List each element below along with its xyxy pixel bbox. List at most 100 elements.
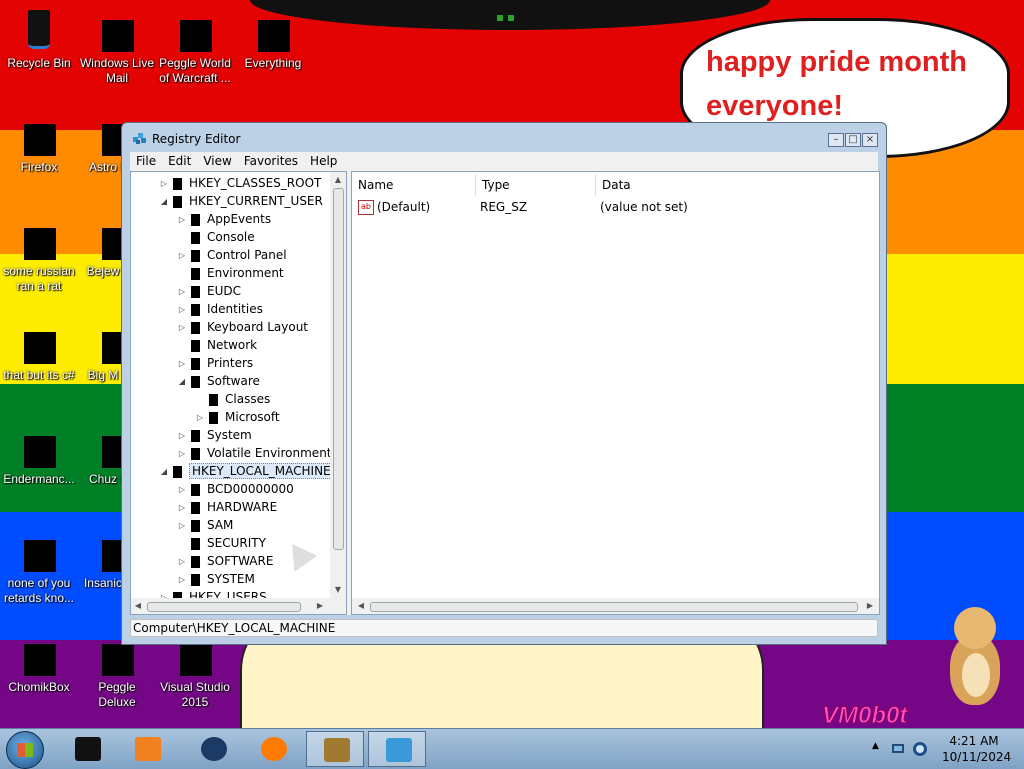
taskbar-button[interactable] xyxy=(244,731,302,767)
desktop-icon[interactable]: that but its c# xyxy=(0,318,78,383)
menu-file[interactable]: File xyxy=(130,152,162,171)
tree-node[interactable]: ▷ BCD00000000 xyxy=(177,480,294,498)
tree-node[interactable]: ▷ AppEvents xyxy=(177,210,271,228)
column-header-data[interactable]: Data xyxy=(596,174,879,196)
tree-node[interactable]: ▷ Printers xyxy=(177,354,253,372)
tree-node-label: System xyxy=(207,428,252,442)
taskbar-button[interactable] xyxy=(184,731,242,767)
tree-node[interactable]: Environment xyxy=(177,264,284,282)
tree-node[interactable]: ▷ Control Panel xyxy=(177,246,287,264)
desktop-icon[interactable]: Recycle Bin xyxy=(0,6,78,71)
tree-node[interactable]: ▷ SAM xyxy=(177,516,233,534)
menu-view[interactable]: View xyxy=(197,152,237,171)
tree-node[interactable]: ◢ Software xyxy=(177,372,260,390)
tree-expand-arrow-icon[interactable]: ▷ xyxy=(177,247,187,265)
tree-node[interactable]: ▷ HARDWARE xyxy=(177,498,277,516)
folder-icon xyxy=(191,375,200,388)
minimize-button[interactable]: – xyxy=(828,133,844,147)
tree-node[interactable]: ◢ HKEY_LOCAL_MACHINE xyxy=(159,462,334,480)
tree-node[interactable]: ▷ Microsoft xyxy=(195,408,280,426)
tree-node[interactable]: ▷ SOFTWARE xyxy=(177,552,274,571)
scroll-left-arrow-icon[interactable]: ◀ xyxy=(354,598,368,614)
desktop-icon-label: Visual Studio 2015 xyxy=(160,680,230,709)
tree-node-label: HKEY_CLASSES_ROOT xyxy=(189,176,322,190)
tree-node[interactable]: ▷ HKEY_CLASSES_ROOT xyxy=(159,174,321,192)
tree-node[interactable]: ▷ Identities xyxy=(177,300,263,318)
values-horizontal-scroll-thumb[interactable] xyxy=(370,602,858,612)
scroll-right-arrow-icon[interactable]: ▶ xyxy=(313,598,327,614)
volume-icon[interactable] xyxy=(912,741,928,757)
desktop-icon[interactable]: Endermanc... xyxy=(0,422,78,487)
tree-collapse-arrow-icon[interactable]: ◢ xyxy=(159,463,169,481)
desktop-icon[interactable]: Peggle World of Warcraft ... xyxy=(156,6,234,86)
tree-node[interactable]: Console xyxy=(177,228,255,246)
clock[interactable]: 4:21 AM 10/11/2024 xyxy=(942,733,1011,765)
menu-favorites[interactable]: Favorites xyxy=(238,152,304,171)
tree-collapse-arrow-icon[interactable]: ◢ xyxy=(177,373,187,391)
desktop-icon[interactable]: ChomikBox xyxy=(0,630,78,695)
tree-node[interactable]: ▷ SYSTEM xyxy=(177,570,255,588)
folder-icon xyxy=(191,267,200,280)
taskbar-button[interactable] xyxy=(306,731,364,767)
tree-collapse-arrow-icon[interactable]: ◢ xyxy=(159,193,169,211)
maximize-button[interactable]: □ xyxy=(845,133,861,147)
menu-help[interactable]: Help xyxy=(304,152,343,171)
start-button[interactable] xyxy=(6,731,44,769)
tree-expand-arrow-icon[interactable]: ▷ xyxy=(177,517,187,535)
tree-expand-arrow-icon[interactable]: ▷ xyxy=(177,481,187,499)
values-horizontal-scrollbar[interactable]: ◀ ▶ xyxy=(352,598,879,614)
window-title: Registry Editor xyxy=(152,132,241,146)
column-header-name[interactable]: Name xyxy=(352,174,476,196)
taskbar-button[interactable] xyxy=(118,731,176,767)
tree-node[interactable]: ▷ System xyxy=(177,426,252,444)
tree-expand-arrow-icon[interactable]: ▷ xyxy=(177,355,187,373)
folder-icon xyxy=(191,249,200,262)
registry-tree-pane[interactable]: ▷ HKEY_CLASSES_ROOT ◢ HKEY_CURRENT_USER ▷ App… xyxy=(130,171,347,615)
registry-values-pane[interactable]: Name Type Data ab (Default) REG_SZ (value… xyxy=(351,171,880,615)
folder-icon xyxy=(191,429,200,442)
tree-vertical-scrollbar[interactable]: ▲ ▼ xyxy=(330,172,346,598)
column-header-type[interactable]: Type xyxy=(476,174,596,196)
tree-expand-arrow-icon[interactable]: ▷ xyxy=(159,175,169,193)
tree-node-label: Classes xyxy=(225,392,271,406)
tree-horizontal-scrollbar[interactable]: ◀ ▶ xyxy=(131,598,346,614)
value-row-name[interactable]: ab (Default) xyxy=(358,198,476,216)
menu-edit[interactable]: Edit xyxy=(162,152,197,171)
tree-expand-arrow-icon[interactable]: ▷ xyxy=(177,283,187,301)
taskbar-button[interactable] xyxy=(368,731,426,767)
tree-expand-arrow-icon[interactable]: ▷ xyxy=(177,499,187,517)
tree-node[interactable]: Network xyxy=(177,336,257,354)
tree-vertical-scroll-thumb[interactable] xyxy=(333,188,344,550)
tree-expand-arrow-icon[interactable]: ▷ xyxy=(177,427,187,445)
desktop-icon[interactable]: some russian ran a rat xyxy=(0,214,78,294)
tree-expand-arrow-icon[interactable]: ▷ xyxy=(177,301,187,319)
tree-expand-arrow-icon[interactable]: ▷ xyxy=(177,445,187,463)
network-icon[interactable] xyxy=(890,741,906,757)
tree-node[interactable]: ▷ Volatile Environment xyxy=(177,444,332,462)
show-hidden-icons-icon[interactable]: ▲ xyxy=(872,741,888,757)
tree-node[interactable]: ◢ HKEY_CURRENT_USER xyxy=(159,192,323,210)
tree-expand-arrow-icon[interactable]: ▷ xyxy=(177,571,187,589)
tree-expand-arrow-icon[interactable]: ▷ xyxy=(177,319,187,337)
scroll-down-arrow-icon[interactable]: ▼ xyxy=(331,582,345,598)
desktop-icon[interactable]: Everything xyxy=(234,6,312,71)
desktop-icon[interactable]: none of you retards kno... xyxy=(0,526,78,606)
tree-horizontal-scroll-thumb[interactable] xyxy=(147,602,301,612)
tree-node[interactable]: Classes xyxy=(195,390,270,408)
close-button[interactable]: × xyxy=(862,133,878,147)
tree-node[interactable]: SECURITY xyxy=(177,534,266,552)
desktop-icon[interactable]: Windows Live Mail xyxy=(78,6,156,86)
tree-expand-arrow-icon[interactable]: ▷ xyxy=(195,409,205,427)
tree-node[interactable]: ▷ EUDC xyxy=(177,282,241,300)
taskbar-button[interactable] xyxy=(58,731,116,767)
tree-expand-arrow-icon[interactable]: ▷ xyxy=(177,553,187,571)
tree-node-label: Volatile Environment xyxy=(207,446,332,460)
title-bar[interactable]: Registry Editor – □ × xyxy=(122,123,886,151)
registry-editor-window[interactable]: Registry Editor – □ × File Edit View Favorite… xyxy=(121,122,887,645)
desktop-icon[interactable]: Firefox xyxy=(0,110,78,175)
scroll-right-arrow-icon[interactable]: ▶ xyxy=(863,598,877,614)
tree-expand-arrow-icon[interactable]: ▷ xyxy=(177,211,187,229)
scroll-left-arrow-icon[interactable]: ◀ xyxy=(131,598,145,614)
scroll-up-arrow-icon[interactable]: ▲ xyxy=(331,172,345,188)
tree-node[interactable]: ▷ Keyboard Layout xyxy=(177,318,308,336)
